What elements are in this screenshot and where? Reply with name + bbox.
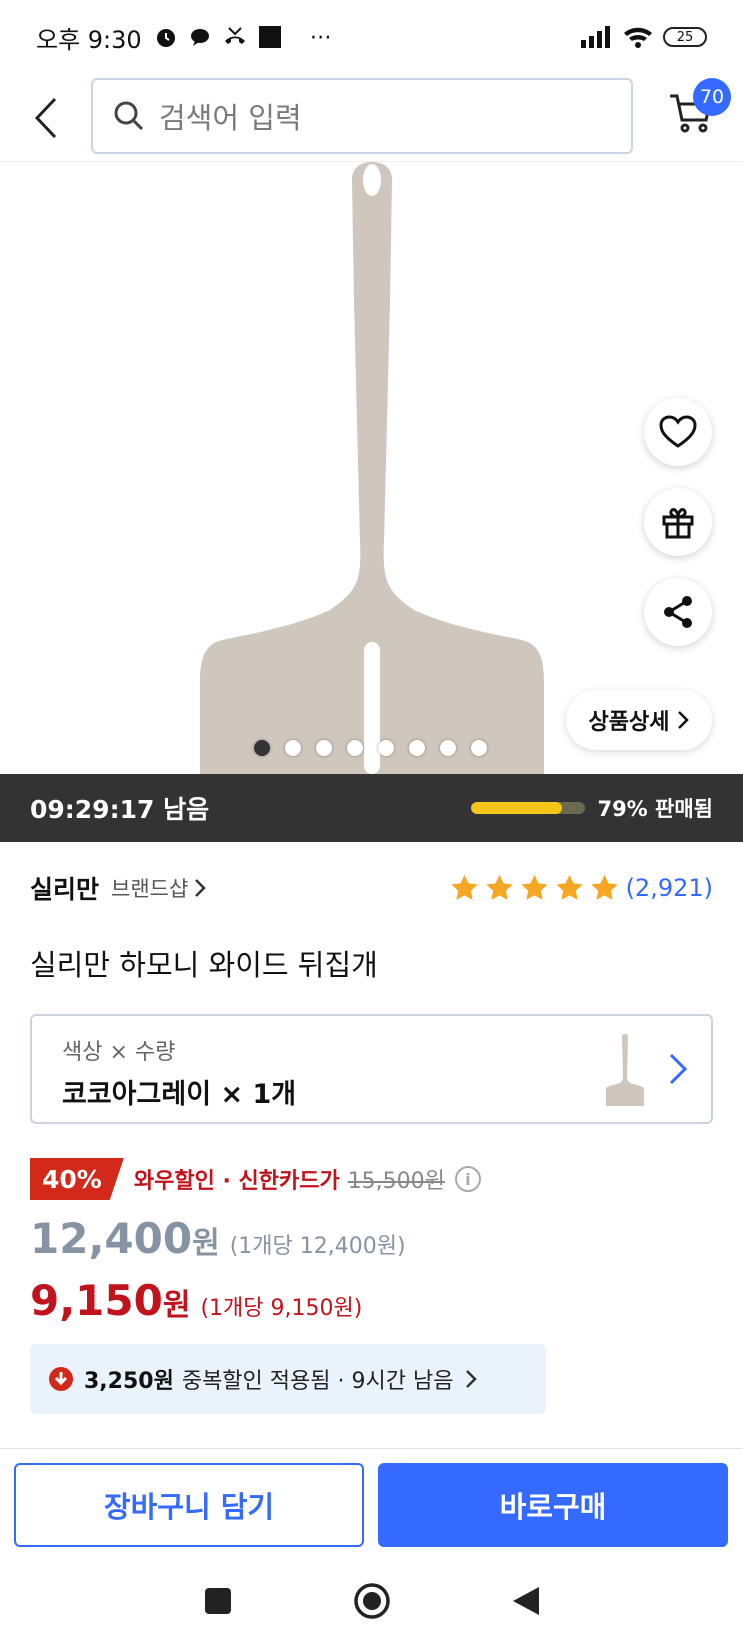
gift-icon (662, 508, 694, 539)
deal-timer-bar: 09:29:17 남음 79% 판매됨 (0, 774, 743, 842)
alarm-icon (156, 29, 175, 47)
final-price: 9,150 (30, 1276, 163, 1325)
image-pagination (254, 740, 487, 756)
chat-icon (190, 29, 209, 46)
square-notification-icon (258, 26, 281, 48)
countdown-text: 09:29:17 남음 (30, 795, 210, 824)
chevron-right-icon (669, 1053, 688, 1085)
final-unit-price: (1개당 9,150원) (200, 1296, 363, 1321)
sale-price-won: 원 (192, 1226, 220, 1261)
more-notifications-icon: ⋯ (309, 24, 332, 50)
pagination-dot[interactable] (316, 740, 332, 756)
buy-now-button[interactable]: 바로구매 (378, 1463, 728, 1547)
product-image (200, 162, 544, 774)
search-input[interactable]: 검색어 입력 (91, 78, 633, 154)
product-title: 실리만 하모니 와이드 뒤집개 (30, 948, 378, 982)
wow-card-label: 와우할인 · 신한카드가 (133, 1169, 340, 1194)
share-icon (664, 596, 692, 628)
missed-call-icon (224, 27, 245, 44)
coupon-banner[interactable]: 3,250원 중복할인 적용됨 · 9시간 남음 (30, 1344, 546, 1414)
coupon-amount: 3,250원 (84, 1369, 174, 1394)
star-icon (450, 874, 478, 900)
pagination-dot[interactable] (254, 740, 270, 756)
pagination-dot[interactable] (409, 740, 425, 756)
option-value: 코코아그레이 × 1개 (62, 1079, 297, 1110)
discount-badge: 40% (30, 1158, 124, 1200)
pagination-dot[interactable] (285, 740, 301, 756)
pagination-dot[interactable] (378, 740, 394, 756)
review-count-link[interactable]: (2,921) (626, 874, 713, 902)
home-button[interactable] (353, 1582, 391, 1620)
option-label: 색상 × 수량 (62, 1040, 176, 1065)
brand-row: 실리만 브랜드샵 (2,921) (30, 870, 713, 906)
pagination-dot[interactable] (471, 740, 487, 756)
sale-unit-price: (1개당 12,400원) (229, 1234, 406, 1259)
recents-button[interactable] (203, 1586, 233, 1616)
sale-price-row: 12,400 원 (1개당 12,400원) (30, 1214, 406, 1263)
back-nav-button[interactable] (511, 1585, 541, 1617)
battery-icon: 25 (663, 27, 707, 47)
cart-count-badge: 70 (693, 78, 731, 116)
wifi-icon (624, 27, 652, 48)
sold-progress-bar (471, 802, 586, 814)
discount-arrow-icon (49, 1367, 73, 1391)
final-price-row: 9,150 원 (1개당 9,150원) (30, 1276, 362, 1325)
share-button[interactable] (644, 578, 712, 646)
signal-icon (581, 26, 610, 48)
search-icon (114, 101, 144, 131)
coupon-text: 중복할인 적용됨 · 9시간 남음 (181, 1369, 454, 1394)
chevron-left-icon (34, 97, 57, 138)
heart-icon (659, 415, 697, 448)
wow-discount-row: 40% 와우할인 · 신한카드가 15,500원 i (30, 1158, 481, 1200)
system-nav-bar (0, 1550, 743, 1651)
product-image-gallery[interactable]: 상품상세 (0, 162, 743, 774)
brand-shop-link[interactable]: 브랜드샵 (111, 873, 188, 903)
star-icon (520, 874, 548, 900)
original-price: 15,500원 (347, 1169, 445, 1194)
final-price-won: 원 (162, 1288, 191, 1323)
pagination-dot[interactable] (440, 740, 456, 756)
info-icon[interactable]: i (454, 1166, 481, 1192)
star-icon (590, 874, 618, 900)
status-bar: 오후 9:30 ⋯ 25 (0, 0, 743, 74)
chevron-right-icon (678, 711, 690, 729)
back-button[interactable] (26, 97, 66, 138)
brand-name[interactable]: 실리만 (30, 870, 99, 906)
rating-stars[interactable] (449, 873, 620, 903)
bottom-action-bar: 장바구니 담기 바로구매 (0, 1448, 743, 1550)
chevron-right-icon (195, 879, 207, 897)
product-detail-button[interactable]: 상품상세 (566, 690, 712, 750)
sale-price: 12,400 (30, 1214, 193, 1263)
option-selector[interactable]: 색상 × 수량 코코아그레이 × 1개 (30, 1014, 713, 1124)
chevron-right-icon (466, 1370, 478, 1388)
notification-icons: ⋯ (154, 25, 332, 50)
top-header: 검색어 입력 70 (0, 74, 743, 162)
gift-button[interactable] (644, 488, 712, 556)
star-icon (485, 874, 513, 900)
product-detail-label: 상품상세 (588, 710, 670, 735)
add-to-cart-button[interactable]: 장바구니 담기 (14, 1463, 364, 1547)
status-time: 오후 9:30 (36, 25, 142, 54)
sold-percent-text: 79% 판매됨 (597, 797, 713, 821)
pagination-dot[interactable] (347, 740, 363, 756)
option-thumbnail (606, 1034, 644, 1106)
star-icon (555, 874, 583, 900)
search-placeholder: 검색어 입력 (159, 101, 302, 135)
wishlist-button[interactable] (644, 398, 712, 466)
